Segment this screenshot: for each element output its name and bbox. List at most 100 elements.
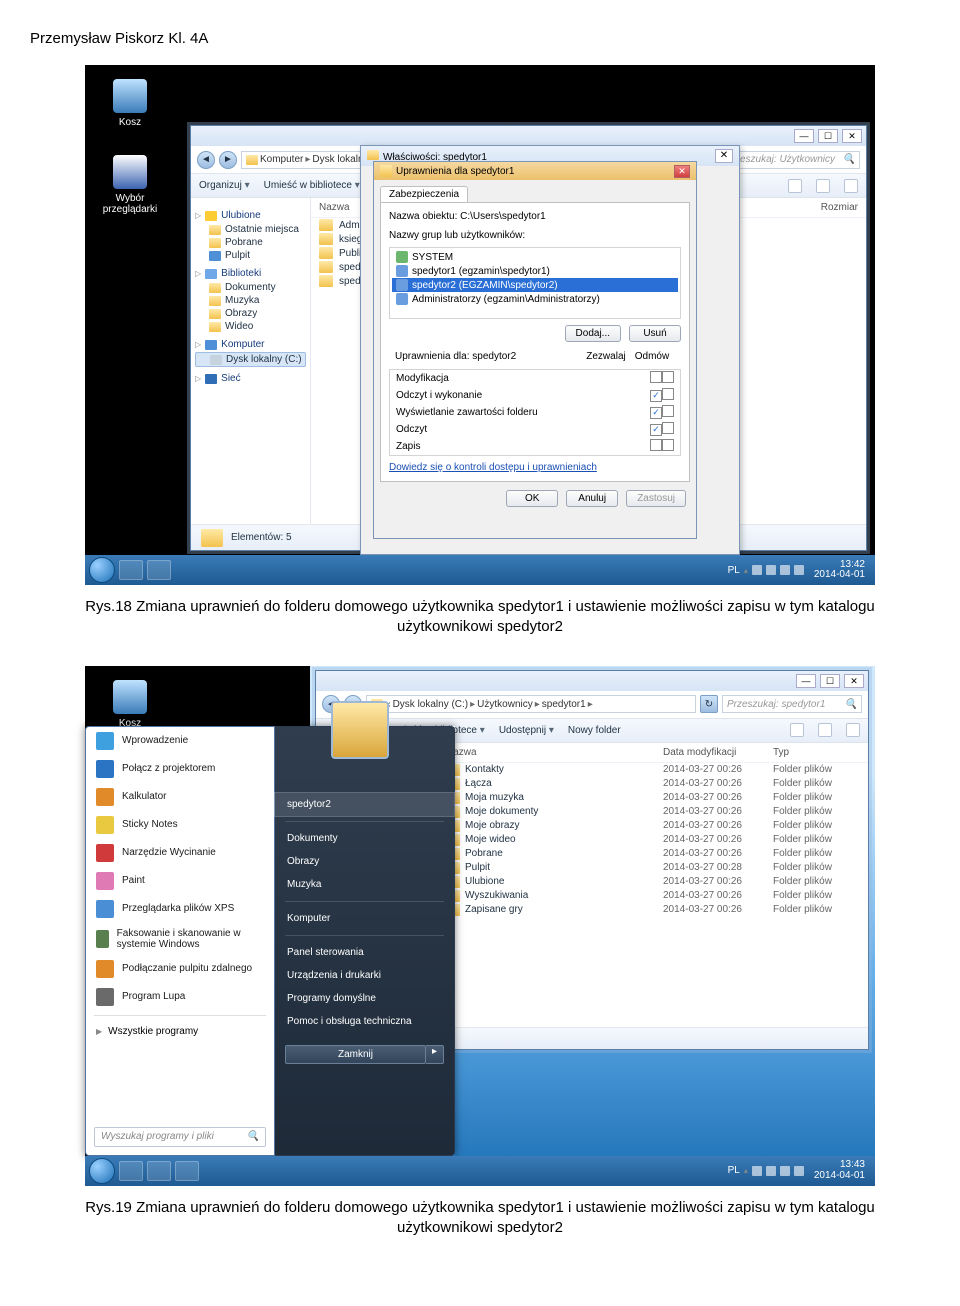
crumb[interactable]: Dysk lokalny (C:) xyxy=(393,699,469,710)
start-button[interactable] xyxy=(89,1158,115,1184)
start-item[interactable]: Kalkulator xyxy=(86,783,274,811)
close-button[interactable]: ✕ xyxy=(674,165,690,178)
close-button[interactable]: ✕ xyxy=(715,149,733,163)
tray-icon[interactable] xyxy=(794,1166,804,1176)
start-item[interactable]: Faksowanie i skanowanie w systemie Windo… xyxy=(86,923,274,955)
tray-chevron-icon[interactable]: ▴ xyxy=(744,1166,748,1175)
group-item[interactable]: spedytor1 (egzamin\spedytor1) xyxy=(392,264,678,278)
start-item[interactable]: Program Lupa xyxy=(86,983,274,1011)
address-bar[interactable]: « Dysk lokalny (C:)▸ Użytkownicy▸ spedyt… xyxy=(366,695,696,713)
library-menu[interactable]: Umieść w bibliotece xyxy=(264,180,360,191)
start-item[interactable]: Przeglądarka plików XPS xyxy=(86,895,274,923)
start-user[interactable]: spedytor2 xyxy=(275,793,454,816)
start-right-item[interactable]: Komputer xyxy=(275,907,454,930)
start-item[interactable]: Sticky Notes xyxy=(86,811,274,839)
nav-computer[interactable]: Komputer xyxy=(195,339,306,350)
start-item[interactable]: Połącz z projektorem xyxy=(86,755,274,783)
learn-more-link[interactable]: Dowiedz się o kontroli dostępu i uprawni… xyxy=(389,456,681,473)
col-name[interactable]: Nazwa xyxy=(319,202,350,213)
tray-icon[interactable] xyxy=(766,1166,776,1176)
maximize-button[interactable]: ☐ xyxy=(820,674,840,688)
new-folder-button[interactable]: Nowy folder xyxy=(568,725,621,736)
tray-icon[interactable] xyxy=(780,1166,790,1176)
file-row[interactable]: Wyszukiwania2014-03-27 00:26Folder plikó… xyxy=(436,889,868,903)
allow-checkbox[interactable] xyxy=(650,371,662,383)
task-explorer-icon[interactable] xyxy=(119,560,143,580)
col-type[interactable]: Typ xyxy=(773,747,858,758)
file-row[interactable]: Moje obrazy2014-03-27 00:26Folder plików xyxy=(436,819,868,833)
deny-checkbox[interactable] xyxy=(662,405,674,417)
start-item[interactable]: Narzędzie Wycinanie xyxy=(86,839,274,867)
group-item[interactable]: Administratorzy (egzamin\Administratorzy… xyxy=(392,292,678,306)
share-menu[interactable]: Udostępnij xyxy=(499,725,554,736)
browser-chooser-icon[interactable]: Wybór przeglądarki xyxy=(95,155,165,215)
task-wmp-icon[interactable] xyxy=(175,1161,199,1181)
help-button[interactable] xyxy=(846,723,860,737)
tray-chevron-icon[interactable]: ▴ xyxy=(744,566,748,575)
view-button[interactable] xyxy=(788,179,802,193)
groups-listbox[interactable]: SYSTEM spedytor1 (egzamin\spedytor1) spe… xyxy=(389,247,681,319)
add-button[interactable]: Dodaj... xyxy=(565,325,621,342)
minimize-button[interactable]: — xyxy=(796,674,816,688)
start-right-item[interactable]: Obrazy xyxy=(275,850,454,873)
file-row[interactable]: Moje wideo2014-03-27 00:26Folder plików xyxy=(436,833,868,847)
start-item[interactable]: Paint xyxy=(86,867,274,895)
close-button[interactable]: ✕ xyxy=(842,129,862,143)
allow-checkbox[interactable] xyxy=(650,439,662,451)
allow-checkbox[interactable]: ✓ xyxy=(650,424,662,436)
tray-icon[interactable] xyxy=(780,565,790,575)
deny-checkbox[interactable] xyxy=(662,371,674,383)
start-right-item[interactable]: Pomoc i obsługa techniczna xyxy=(275,1010,454,1033)
crumb[interactable]: Użytkownicy xyxy=(477,699,533,710)
nav-favorites[interactable]: Ulubione xyxy=(195,210,306,221)
view-button[interactable] xyxy=(790,723,804,737)
file-row[interactable]: Ulubione2014-03-27 00:26Folder plików xyxy=(436,875,868,889)
group-item-selected[interactable]: spedytor2 (EGZAMIN\spedytor2) xyxy=(392,278,678,292)
task-explorer-icon[interactable] xyxy=(147,1161,171,1181)
group-item[interactable]: SYSTEM xyxy=(392,250,678,264)
recycle-bin-icon[interactable]: Kosz xyxy=(95,79,165,128)
file-row[interactable]: Moja muzyka2014-03-27 00:26Folder plików xyxy=(436,791,868,805)
close-button[interactable]: ✕ xyxy=(844,674,864,688)
file-row[interactable]: Łącza2014-03-27 00:26Folder plików xyxy=(436,777,868,791)
all-programs[interactable]: ▶Wszystkie programy xyxy=(86,1020,274,1043)
allow-checkbox[interactable]: ✓ xyxy=(650,407,662,419)
start-search[interactable]: Wyszukaj programy i pliki🔍 xyxy=(94,1127,266,1147)
crumb[interactable]: Komputer xyxy=(260,154,303,165)
file-row[interactable]: Moje dokumenty2014-03-27 00:26Folder pli… xyxy=(436,805,868,819)
tray-icon[interactable] xyxy=(794,565,804,575)
preview-button[interactable] xyxy=(816,179,830,193)
nav-recent[interactable]: Ostatnie miejsca xyxy=(195,223,306,236)
start-button[interactable] xyxy=(89,557,115,583)
start-right-item[interactable]: Dokumenty xyxy=(275,827,454,850)
organize-menu[interactable]: Organizuj xyxy=(199,180,250,191)
minimize-button[interactable]: — xyxy=(794,129,814,143)
col-size[interactable]: Rozmiar xyxy=(821,202,858,213)
nav-cdrive[interactable]: Dysk lokalny (C:) xyxy=(195,352,306,367)
clock[interactable]: 13:422014-04-01 xyxy=(808,560,871,581)
nav-vids[interactable]: Wideo xyxy=(195,320,306,333)
deny-checkbox[interactable] xyxy=(662,439,674,451)
search-field[interactable]: Przeszukaj: spedytor1🔍 xyxy=(722,695,862,713)
nav-network[interactable]: Sieć xyxy=(195,373,306,384)
deny-checkbox[interactable] xyxy=(662,422,674,434)
nav-libraries[interactable]: Biblioteki xyxy=(195,268,306,279)
search-field[interactable]: Przeszukaj: Użytkownicy🔍 xyxy=(720,151,860,169)
clock[interactable]: 13:432014-04-01 xyxy=(808,1160,871,1181)
start-right-item[interactable]: Panel sterowania xyxy=(275,941,454,964)
recycle-bin-icon[interactable]: Kosz xyxy=(95,680,165,729)
start-right-item[interactable]: Urządzenia i drukarki xyxy=(275,964,454,987)
start-item[interactable]: Podłączanie pulpitu zdalnego xyxy=(86,955,274,983)
preview-button[interactable] xyxy=(818,723,832,737)
start-right-item[interactable]: Programy domyślne xyxy=(275,987,454,1010)
nav-downloads[interactable]: Pobrane xyxy=(195,236,306,249)
nav-music[interactable]: Muzyka xyxy=(195,294,306,307)
nav-forward-button[interactable]: ► xyxy=(219,151,237,169)
task-ie-icon[interactable] xyxy=(119,1161,143,1181)
crumb[interactable]: spedytor1 xyxy=(542,699,586,710)
start-right-item[interactable]: Muzyka xyxy=(275,873,454,896)
file-row[interactable]: Zapisane gry2014-03-27 00:26Folder plikó… xyxy=(436,903,868,917)
shutdown-button[interactable]: Zamknij▸ xyxy=(285,1045,444,1064)
nav-docs[interactable]: Dokumenty xyxy=(195,281,306,294)
refresh-button[interactable]: ↻ xyxy=(700,695,718,713)
